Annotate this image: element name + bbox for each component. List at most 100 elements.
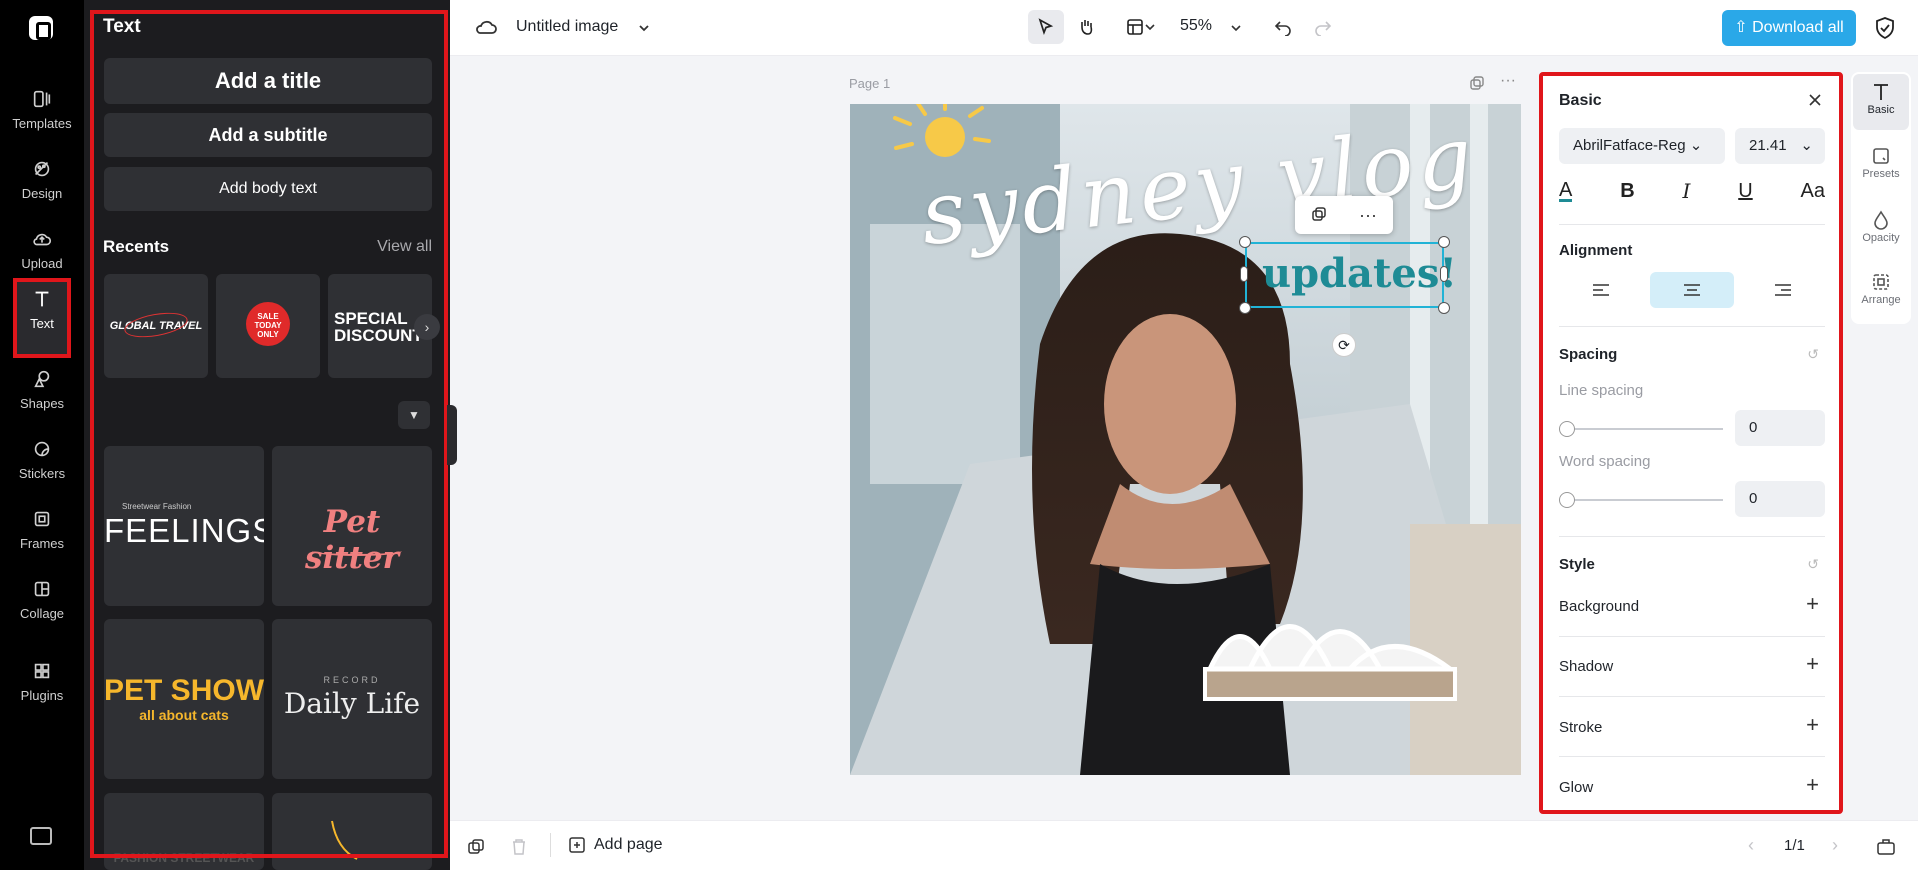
style-shadow-row[interactable]: Shadow: [1559, 658, 1825, 675]
swoosh-decoration: [122, 308, 190, 342]
zoom-level[interactable]: 55%: [1180, 17, 1212, 35]
hand-tool-button[interactable]: [1068, 10, 1104, 44]
text-template[interactable]: Streetwear Fashion FEELINGS: [104, 446, 264, 606]
align-right-button[interactable]: [1741, 272, 1825, 308]
text-template[interactable]: [272, 793, 432, 870]
recent-item[interactable]: SALE TODAY ONLY: [216, 274, 320, 378]
collage-icon: [34, 581, 50, 597]
reset-spacing-icon[interactable]: ↺: [1807, 346, 1819, 363]
chevron-down-icon[interactable]: [638, 22, 650, 34]
rail-item-design[interactable]: Design: [6, 148, 78, 210]
divider: [1559, 756, 1825, 757]
template-title: Daily Life: [283, 687, 421, 720]
style-glow-row[interactable]: Glow: [1559, 779, 1825, 796]
briefcase-icon[interactable]: [1876, 838, 1896, 856]
document-title[interactable]: Untitled image: [516, 18, 618, 36]
resize-handle[interactable]: [1239, 236, 1251, 248]
view-all-link[interactable]: View all: [377, 238, 432, 256]
tab-opacity[interactable]: Opacity: [1853, 202, 1909, 258]
rail-item-label: Collage: [19, 606, 65, 621]
slider-knob[interactable]: [1559, 492, 1575, 508]
app-logo-icon[interactable]: [29, 16, 53, 40]
resize-handle[interactable]: [1240, 266, 1248, 282]
rotate-handle-icon[interactable]: ⟳: [1332, 333, 1356, 357]
style-background-row[interactable]: Background: [1559, 598, 1825, 615]
design-canvas[interactable]: sydney vlog updates!: [850, 104, 1521, 775]
add-body-text-button[interactable]: Add body text: [104, 167, 432, 211]
add-stroke-icon[interactable]: +: [1806, 712, 1819, 738]
undo-icon[interactable]: [1274, 18, 1292, 36]
style-stroke-row[interactable]: Stroke: [1559, 719, 1825, 736]
reset-style-icon[interactable]: ↺: [1807, 556, 1819, 573]
align-left-button[interactable]: [1559, 272, 1643, 308]
line-spacing-slider[interactable]: [1559, 421, 1723, 437]
cloud-icon[interactable]: [474, 17, 498, 37]
chevron-down-icon[interactable]: ▼: [398, 401, 430, 429]
download-label: Download all: [1752, 19, 1844, 36]
shield-icon[interactable]: [1874, 16, 1896, 40]
text-template[interactable]: PET SHOW all about cats: [104, 619, 264, 779]
rail-item-plugins[interactable]: Plugins: [6, 650, 78, 712]
chevron-down-icon[interactable]: [1230, 22, 1242, 34]
select-tool-button[interactable]: [1028, 10, 1064, 44]
text-template[interactable]: RECORD Daily Life: [272, 619, 432, 779]
recents-next-button[interactable]: ›: [414, 314, 440, 340]
font-size-select[interactable]: 21.41 ⌄: [1735, 128, 1825, 164]
more-options-icon[interactable]: ···: [1359, 206, 1377, 224]
rail-item-frames[interactable]: Frames: [6, 498, 78, 560]
page-more-icon[interactable]: ···: [1500, 72, 1516, 90]
next-page-icon[interactable]: ›: [1832, 835, 1838, 856]
tab-basic[interactable]: Basic: [1853, 74, 1909, 130]
duplicate-page-icon[interactable]: [467, 838, 485, 856]
align-center-button[interactable]: [1650, 272, 1734, 308]
text-color-icon[interactable]: A: [1559, 180, 1573, 202]
download-all-button[interactable]: ⇧ Download all: [1722, 10, 1856, 46]
resize-handle[interactable]: [1438, 236, 1450, 248]
alignment-label: Alignment: [1559, 242, 1633, 259]
word-spacing-slider[interactable]: [1559, 492, 1723, 508]
duplicate-page-icon[interactable]: [1469, 76, 1485, 92]
slider-knob[interactable]: [1559, 421, 1575, 437]
add-shadow-icon[interactable]: +: [1806, 651, 1819, 677]
redo-icon[interactable]: [1314, 18, 1332, 36]
style-item-label: Background: [1559, 598, 1640, 615]
close-icon[interactable]: [1807, 92, 1823, 108]
panel-collapse-handle[interactable]: [447, 405, 457, 465]
prev-page-icon[interactable]: ‹: [1748, 835, 1754, 856]
keyboard-shortcuts-icon[interactable]: [30, 827, 52, 845]
line-spacing-input[interactable]: 0: [1735, 410, 1825, 446]
rail-item-stickers[interactable]: Stickers: [6, 428, 78, 490]
add-subtitle-button[interactable]: Add a subtitle: [104, 113, 432, 157]
align-left-icon: [1593, 284, 1609, 296]
presets-icon: [1873, 148, 1889, 164]
rail-item-collage[interactable]: Collage: [6, 568, 78, 630]
rail-item-label: Shapes: [19, 396, 65, 411]
text-template[interactable]: Pet sitter: [272, 446, 432, 606]
tab-arrange[interactable]: Arrange: [1853, 264, 1909, 320]
underline-icon[interactable]: U: [1738, 180, 1752, 203]
rail-item-templates[interactable]: Templates: [6, 78, 78, 140]
font-family-select[interactable]: AbrilFatface-Reg ⌄: [1559, 128, 1725, 164]
add-page-button[interactable]: Add page: [568, 836, 663, 854]
duplicate-icon[interactable]: [1311, 207, 1327, 223]
tab-presets[interactable]: Presets: [1853, 138, 1909, 194]
rail-item-shapes[interactable]: Shapes: [6, 358, 78, 420]
resize-handle[interactable]: [1440, 266, 1448, 282]
trash-icon[interactable]: [511, 838, 527, 856]
text-case-icon[interactable]: Aa: [1801, 180, 1825, 203]
recent-item[interactable]: GLOBAL TRAVEL: [104, 274, 208, 378]
resize-handle[interactable]: [1239, 302, 1251, 314]
add-background-icon[interactable]: +: [1806, 591, 1819, 617]
resize-handle[interactable]: [1438, 302, 1450, 314]
rail-item-upload[interactable]: Upload: [6, 218, 78, 280]
layout-menu-button[interactable]: [1116, 10, 1166, 44]
word-spacing-input[interactable]: 0: [1735, 481, 1825, 517]
templates-icon: [33, 90, 51, 108]
rail-item-text[interactable]: Text: [6, 278, 78, 358]
add-title-button[interactable]: Add a title: [104, 58, 432, 104]
bold-icon[interactable]: B: [1620, 180, 1634, 203]
template-subtitle: all about cats: [139, 707, 229, 723]
text-template[interactable]: FASHION STREETWEAR: [104, 793, 264, 870]
add-glow-icon[interactable]: +: [1806, 772, 1819, 798]
italic-icon[interactable]: I: [1682, 179, 1690, 203]
